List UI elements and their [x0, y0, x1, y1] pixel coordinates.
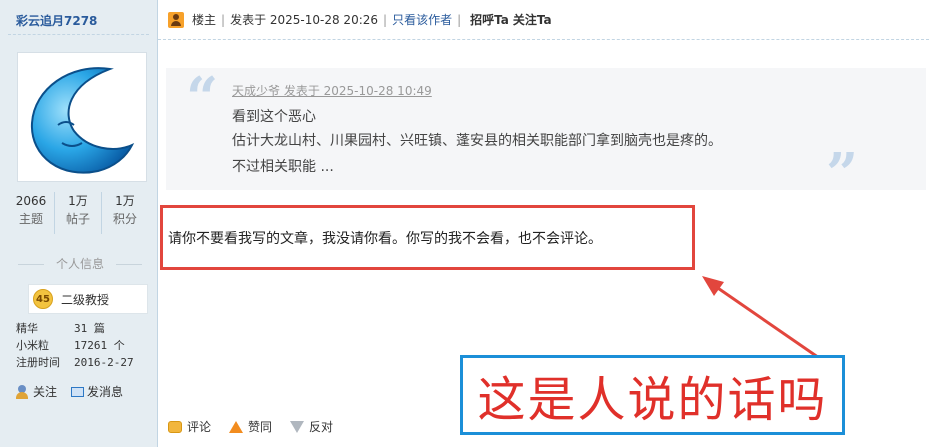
info-key: 精华 — [16, 322, 38, 335]
upvote-button[interactable]: 赞同 — [229, 418, 272, 435]
info-row-points: 小米粒 17261 个 — [16, 337, 156, 354]
stat-label: 积分 — [112, 212, 137, 226]
comment-icon — [168, 420, 182, 433]
follow-user-button[interactable]: 关注 — [16, 383, 57, 400]
stat-value: 1万 — [115, 194, 135, 208]
personal-info-heading: 个人信息 — [14, 255, 146, 273]
quote-line: 不过相关职能 ... — [232, 159, 334, 175]
highlight-rectangle — [160, 205, 695, 270]
stat-value: 1万 — [68, 194, 88, 208]
level-title: 二级教授 — [61, 292, 110, 307]
arrow-up-icon — [229, 420, 244, 433]
comment-label: 评论 — [187, 420, 212, 434]
info-key: 注册时间 — [16, 356, 60, 369]
post-time: 发表于 2025-10-28 20:26 — [230, 13, 379, 27]
info-value: 17261 个 — [74, 339, 125, 352]
info-row-digest: 精华 31 篇 — [16, 320, 156, 337]
separator: | — [457, 12, 462, 27]
post-footer: 评论 赞同 反对 — [168, 418, 333, 435]
mail-icon — [71, 386, 85, 397]
user-info-list: 精华 31 篇 小米粒 17261 个 注册时间 2016-2-27 — [16, 320, 156, 371]
stat-posts[interactable]: 1万 帖子 — [55, 192, 102, 234]
info-value: 31 篇 — [74, 322, 105, 335]
post-header: 楼主 | 发表于 2025-10-28 20:26 | 只看该作者 | 招呼Ta… — [158, 0, 929, 40]
quote-open-icon: “ — [186, 65, 219, 131]
floor-label: 楼主 — [192, 13, 217, 27]
crescent-moon-avatar-image — [30, 67, 135, 174]
user-level: 45 二级教授 — [28, 284, 148, 314]
avatar[interactable] — [17, 52, 147, 182]
follow-label: 关注 — [33, 385, 58, 399]
follow-icon — [16, 384, 30, 399]
upvote-label: 赞同 — [248, 420, 273, 434]
downvote-label: 反对 — [309, 420, 334, 434]
greet-button[interactable]: 招呼Ta — [470, 11, 509, 28]
message-label: 发消息 — [87, 385, 124, 399]
info-key: 小米粒 — [16, 339, 49, 352]
quote-source-link[interactable]: 天成少爷 发表于 2025-10-28 10:49 — [232, 82, 432, 99]
user-sidebar: 彩云追月7278 2066 主题 1万 帖子 1万 积分 个人信息 45 二级教… — [0, 0, 158, 447]
stat-label: 帖子 — [65, 212, 90, 226]
stat-points[interactable]: 1万 积分 — [102, 192, 148, 234]
username-link[interactable]: 彩云追月7278 — [16, 12, 97, 29]
separator: | — [221, 12, 226, 27]
stat-value: 2066 — [15, 194, 47, 208]
quote-line: 看到这个恶心 — [232, 109, 316, 125]
separator: | — [383, 12, 388, 27]
downvote-button[interactable]: 反对 — [290, 418, 333, 435]
quote-line: 估计大龙山村、川果园村、兴旺镇、蓬安县的相关职能部门拿到脑壳也是疼的。 — [232, 133, 722, 149]
send-message-button[interactable]: 发消息 — [71, 383, 123, 400]
divider — [8, 34, 149, 35]
annotation-box: 这是人说的话吗 — [460, 355, 845, 435]
user-stats: 2066 主题 1万 帖子 1万 积分 — [8, 192, 148, 234]
stat-topics[interactable]: 2066 主题 — [8, 192, 55, 234]
comment-button[interactable]: 评论 — [168, 418, 211, 435]
info-value: 2016-2-27 — [74, 356, 134, 369]
info-row-register-date: 注册时间 2016-2-27 — [16, 354, 156, 371]
arrow-down-icon — [290, 420, 305, 433]
stat-label: 主题 — [18, 212, 43, 226]
thread-starter-icon — [168, 11, 184, 28]
follow-author-button[interactable]: 关注Ta — [513, 11, 552, 28]
user-actions: 关注 发消息 — [16, 383, 123, 400]
only-author-link[interactable]: 只看该作者 — [392, 11, 452, 28]
quote-close-icon: ” — [826, 141, 859, 207]
quote-block: “ 天成少爷 发表于 2025-10-28 10:49 看到这个恶心 估计大龙山… — [166, 65, 926, 202]
level-badge-icon: 45 — [33, 289, 53, 309]
annotation-text: 这是人说的话吗 — [477, 372, 828, 428]
